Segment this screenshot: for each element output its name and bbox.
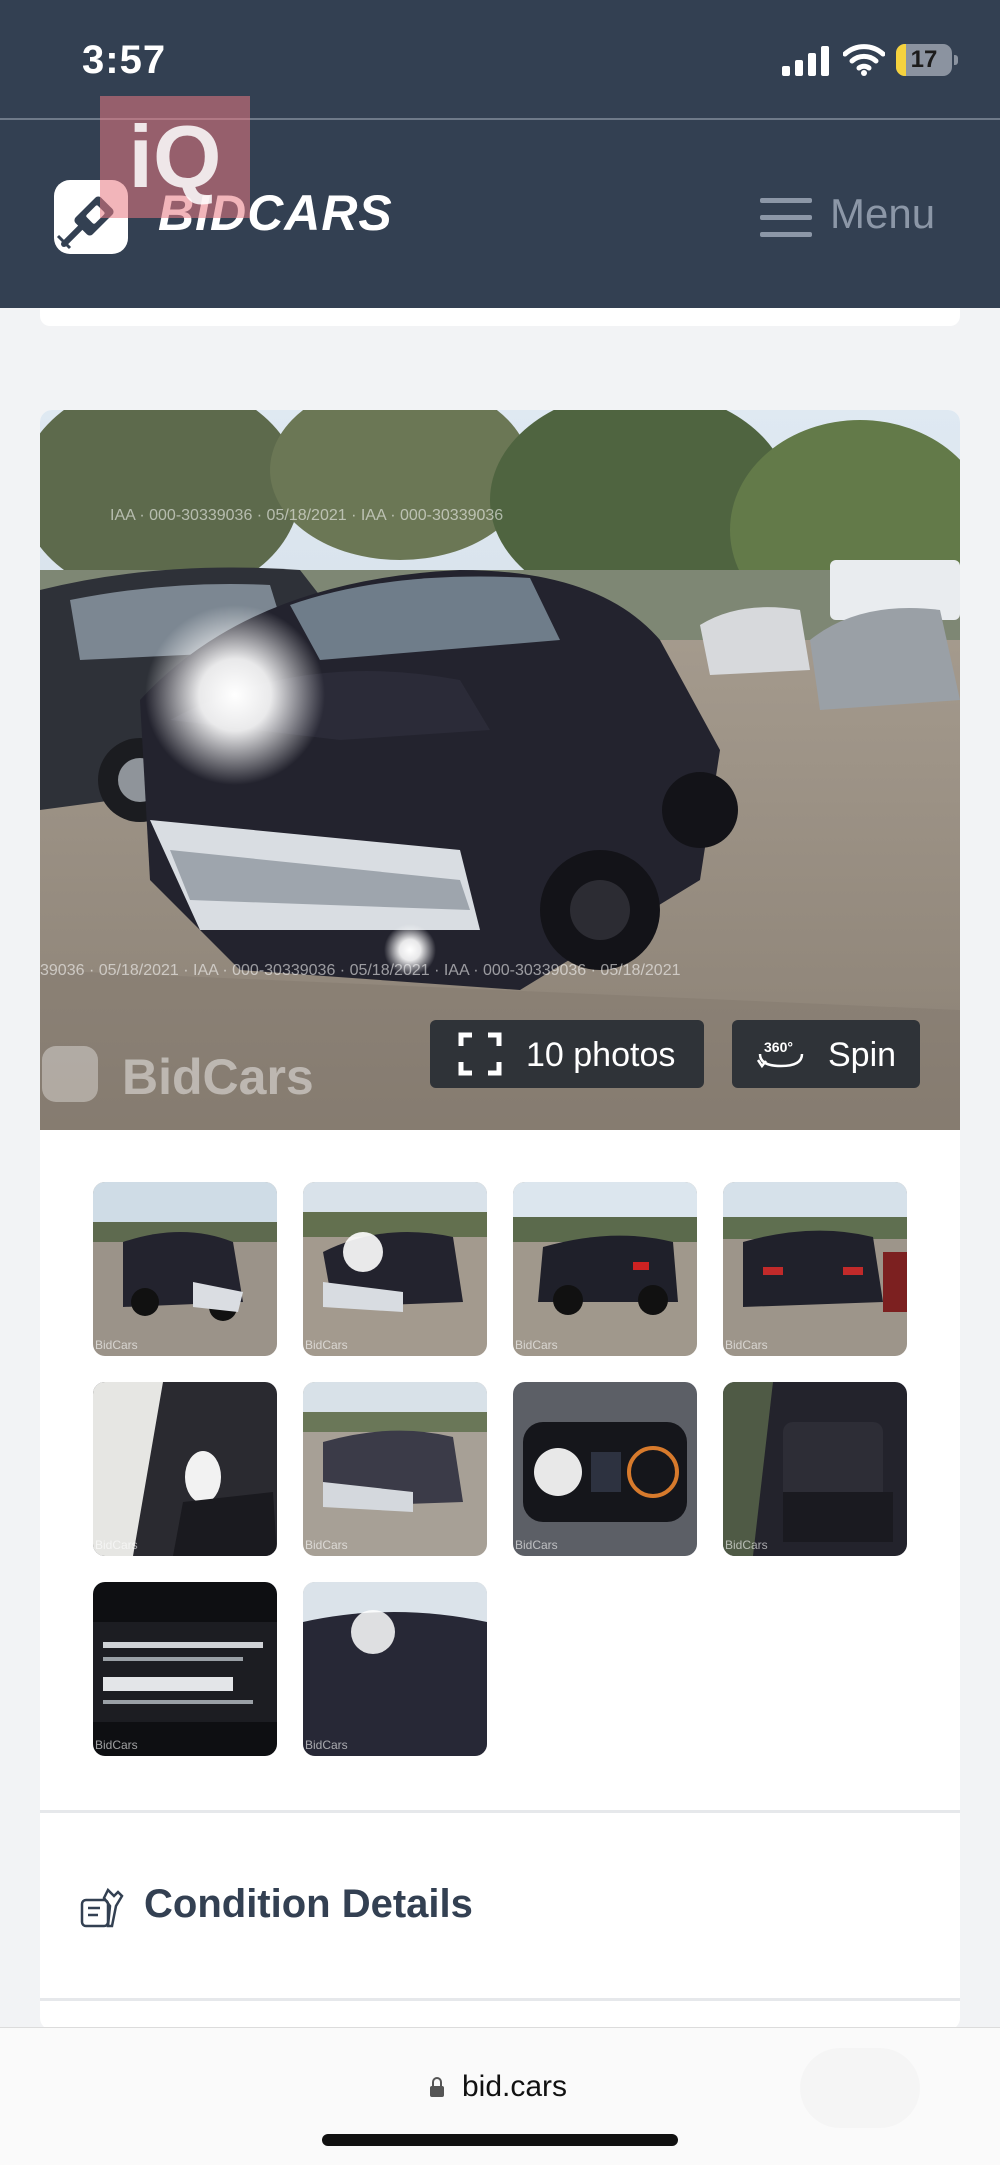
thumbnail-4[interactable]: BidCars	[723, 1182, 907, 1356]
spin-360-button[interactable]: 360° Spin	[732, 1020, 920, 1088]
svg-text:360°: 360°	[764, 1039, 793, 1055]
home-indicator[interactable]	[322, 2134, 678, 2146]
battery-level: 17	[910, 46, 938, 73]
photos-button-label: 10 photos	[526, 1036, 676, 1074]
thumbnail-7[interactable]: BidCars	[513, 1382, 697, 1556]
iq-overlay-badge: iQ	[100, 96, 250, 218]
spin-360-icon: 360°	[756, 1039, 804, 1069]
thumbnail-8[interactable]: BidCars	[723, 1382, 907, 1556]
svg-text:39036 · 05/18/2021 · IAA · 000: 39036 · 05/18/2021 · IAA · 000-30339036 …	[40, 962, 681, 979]
battery-icon: 17	[896, 44, 958, 76]
thumbnail-1[interactable]: BidCars	[93, 1182, 277, 1356]
browser-address-bar[interactable]: bid.cars	[0, 2027, 1000, 2165]
browser-url[interactable]: bid.cars	[462, 2070, 567, 2104]
bidcars-watermark: BidCars	[40, 1036, 360, 1116]
main-vehicle-photo[interactable]: IAA · 000-30339036 · 05/18/2021 · IAA · …	[40, 410, 960, 1130]
hamburger-menu-icon	[760, 198, 812, 238]
thumbnail-6[interactable]: BidCars	[303, 1382, 487, 1556]
watermark-text: BidCars	[122, 1049, 314, 1105]
svg-text:IAA · 000-30339036 · 05/18/202: IAA · 000-30339036 · 05/18/2021 · IAA · …	[110, 507, 503, 524]
section-divider	[40, 1810, 960, 1813]
thumbnail-9[interactable]: BidCars	[93, 1582, 277, 1756]
menu-button[interactable]: Menu	[760, 186, 960, 246]
lock-icon	[430, 2077, 444, 2097]
wifi-icon	[843, 44, 885, 76]
section-divider	[40, 1998, 960, 2001]
condition-details-icon	[80, 1887, 124, 1928]
thumbnail-10[interactable]: BidCars	[303, 1582, 487, 1756]
condition-details-heading[interactable]: Condition Details	[144, 1882, 473, 1927]
thumbnail-3[interactable]: BidCars	[513, 1182, 697, 1356]
gallery-card: IAA · 000-30339036 · 05/18/2021 · IAA · …	[40, 410, 960, 2030]
thumbnail-2[interactable]: BidCars	[303, 1182, 487, 1356]
watermark-logo-icon	[42, 1046, 98, 1102]
menu-label: Menu	[830, 190, 936, 237]
previous-card-bottom	[40, 308, 960, 326]
status-time: 3:57	[82, 38, 167, 82]
thumbnail-5[interactable]: BidCars	[93, 1382, 277, 1556]
signal-icon	[782, 46, 829, 76]
view-photos-button[interactable]: 10 photos	[430, 1020, 704, 1088]
fullscreen-icon	[458, 1032, 502, 1076]
floating-button-ghost	[800, 2048, 920, 2128]
spin-button-label: Spin	[828, 1036, 897, 1074]
